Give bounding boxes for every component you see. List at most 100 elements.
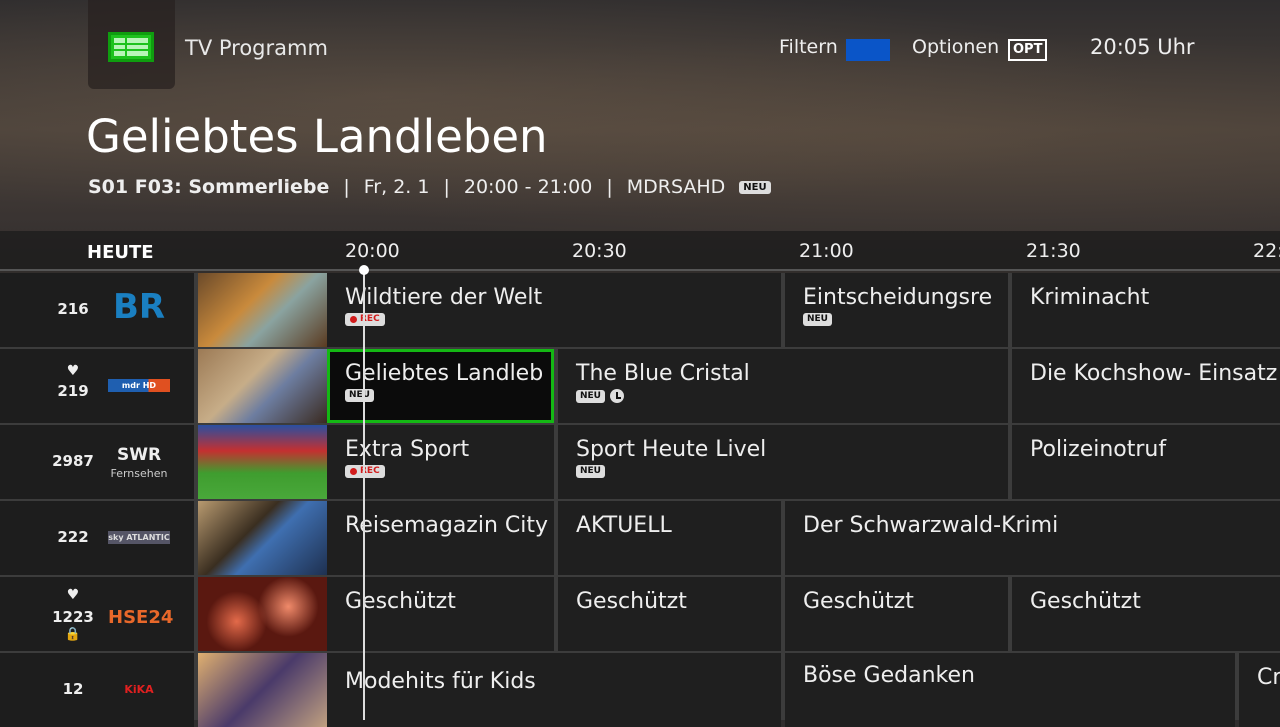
program-title: Der Schwarzwald-Krimi xyxy=(803,513,1059,538)
program-title: Modehits für Kids xyxy=(345,669,536,694)
program-thumbnail xyxy=(198,501,327,575)
channel-number: 222 xyxy=(57,528,89,546)
separator: | xyxy=(343,176,350,198)
separator: | xyxy=(443,176,450,198)
program-title: The Blue Cristal xyxy=(576,361,750,386)
program-thumbnail xyxy=(198,577,327,651)
program-title: Reisemagazin City xyxy=(345,513,549,538)
channel-cell[interactable]: 216 BR xyxy=(0,273,194,347)
program-cell[interactable]: Geschützt xyxy=(785,577,1008,651)
program-title: Die Kochshow- Einsatz xyxy=(1030,361,1278,386)
program-title: Sport Heute Livel xyxy=(576,437,767,462)
channel-row: 222 sky ATLANTIC Reisemagazin City AKTUELL D… xyxy=(0,501,1280,575)
current-time-line xyxy=(363,268,365,720)
program-title: Cri xyxy=(1257,665,1280,690)
channel-number: 219 xyxy=(57,382,89,400)
program-thumbnail xyxy=(198,273,327,347)
channel-cell[interactable]: 222 sky ATLANTIC xyxy=(0,501,194,575)
heart-icon: ♥ xyxy=(66,363,80,379)
program-title: Geschützt xyxy=(576,589,687,614)
time-tick: 20:00 xyxy=(345,240,400,262)
channel-row: 2987 SWR Fernsehen Extra Sport REC Sport Heut… xyxy=(0,425,1280,499)
time-range: 20:00 - 21:00 xyxy=(463,176,593,198)
channel-number: 12 xyxy=(62,680,84,698)
timeline-bar xyxy=(0,231,1280,271)
epg-grid: 216 BR Wildtiere der Welt REC Eintscheidungs… xyxy=(0,273,1280,727)
channel-cell[interactable]: 2987 SWR Fernsehen xyxy=(0,425,194,499)
opt-key-icon: OPT xyxy=(1008,39,1048,61)
time-tick: 20:30 xyxy=(572,240,627,262)
separator: | xyxy=(606,176,613,198)
program-title: Geschützt xyxy=(345,589,456,614)
program-title: Geschützt xyxy=(1030,589,1141,614)
new-badge: NEU xyxy=(803,313,832,326)
new-badge: NEU xyxy=(576,389,605,403)
channel-number: 1223 xyxy=(52,608,94,626)
program-thumbnail xyxy=(198,425,327,499)
program-thumbnail xyxy=(198,653,327,727)
app-title: TV Programm xyxy=(185,36,328,60)
program-cell[interactable]: Geschützt xyxy=(1012,577,1280,651)
program-title: Kriminacht xyxy=(1030,285,1150,310)
channel-number: 216 xyxy=(57,300,89,318)
time-tick: 21:00 xyxy=(799,240,854,262)
program-title: Wildtiere der Welt xyxy=(345,285,543,310)
program-title: Geliebtes Landleben xyxy=(86,110,548,163)
program-cell[interactable]: Modehits für Kids xyxy=(327,653,781,727)
channel-number: 2987 xyxy=(52,452,94,470)
channel-row: ♥ 219 mdr HD Geliebtes Landleb NEU The Blue C… xyxy=(0,349,1280,423)
program-title: AKTUELL xyxy=(576,513,672,538)
program-cell[interactable]: AKTUELL xyxy=(558,501,781,575)
time-tick: 22:00 xyxy=(1253,240,1280,262)
date: Fr, 2. 1 xyxy=(363,176,430,198)
program-cell[interactable]: The Blue Cristal NEU xyxy=(558,349,1008,423)
channel-cell[interactable]: ♥ 1223 🔒 HSE24 xyxy=(0,577,194,651)
clock: 20:05 Uhr xyxy=(1090,35,1195,59)
channel-row: 216 BR Wildtiere der Welt REC Eintscheidungs… xyxy=(0,273,1280,347)
heart-icon: ♥ xyxy=(66,587,80,603)
options-button[interactable]: Optionen xyxy=(912,36,999,58)
program-cell[interactable]: Cri xyxy=(1239,653,1280,727)
program-title: Extra Sport xyxy=(345,437,470,462)
channel-logo: SWR xyxy=(116,445,162,465)
program-cell[interactable]: Geschützt xyxy=(558,577,781,651)
new-badge: NEU xyxy=(576,465,605,478)
channel-cell[interactable]: 12 KiKA xyxy=(0,653,194,727)
program-cell[interactable]: Reisemagazin City xyxy=(327,501,554,575)
episode: S01 F03: Sommerliebe xyxy=(88,176,330,198)
program-title: Geschützt xyxy=(803,589,914,614)
channel-logo: KiKA xyxy=(124,683,154,696)
program-title: Eintscheidungsre xyxy=(803,285,993,310)
channel-row: ♥ 1223 🔒 HSE24 Geschützt Geschützt Geschützt Ge… xyxy=(0,577,1280,651)
program-cell[interactable]: Wildtiere der Welt REC xyxy=(327,273,781,347)
time-tick: 21:30 xyxy=(1026,240,1081,262)
new-badge: NEU xyxy=(345,389,374,402)
lock-icon: 🔒 xyxy=(64,627,82,642)
new-badge: NEU xyxy=(739,180,771,194)
tv-guide-icon xyxy=(108,32,154,62)
channel-logo: HSE24 xyxy=(108,607,174,628)
program-title: Böse Gedanken xyxy=(803,663,975,688)
program-cell[interactable]: Eintscheidungsre NEU xyxy=(785,273,1008,347)
program-meta: S01 F03: Sommerliebe | Fr, 2. 1 | 20:00 … xyxy=(88,176,771,198)
program-cell[interactable]: Sport Heute Livel NEU xyxy=(558,425,1008,499)
program-thumbnail xyxy=(198,349,327,423)
channel-logo-subtitle: Fernsehen xyxy=(110,467,168,480)
program-cell[interactable]: Der Schwarzwald-Krimi xyxy=(785,501,1280,575)
program-cell[interactable]: Polizeinotruf xyxy=(1012,425,1280,499)
program-cell[interactable]: Böse Gedanken xyxy=(785,653,1235,727)
program-cell[interactable]: Geschützt xyxy=(327,577,554,651)
channel-logo: BR xyxy=(112,287,166,327)
program-title: Geliebtes Landleb xyxy=(345,361,544,386)
blue-key-icon xyxy=(846,39,890,61)
program-cell[interactable]: Die Kochshow- Einsatz xyxy=(1012,349,1280,423)
channel-cell[interactable]: ♥ 219 mdr HD xyxy=(0,349,194,423)
program-cell[interactable]: Extra Sport REC xyxy=(327,425,554,499)
day-label: HEUTE xyxy=(87,242,154,263)
program-cell[interactable]: Kriminacht xyxy=(1012,273,1280,347)
filter-button[interactable]: Filtern xyxy=(779,36,838,58)
program-title: Polizeinotruf xyxy=(1030,437,1167,462)
reminder-clock-icon xyxy=(610,389,624,403)
channel-logo: mdr HD xyxy=(108,379,170,392)
program-cell[interactable]: Geliebtes Landleb NEU xyxy=(327,349,554,423)
